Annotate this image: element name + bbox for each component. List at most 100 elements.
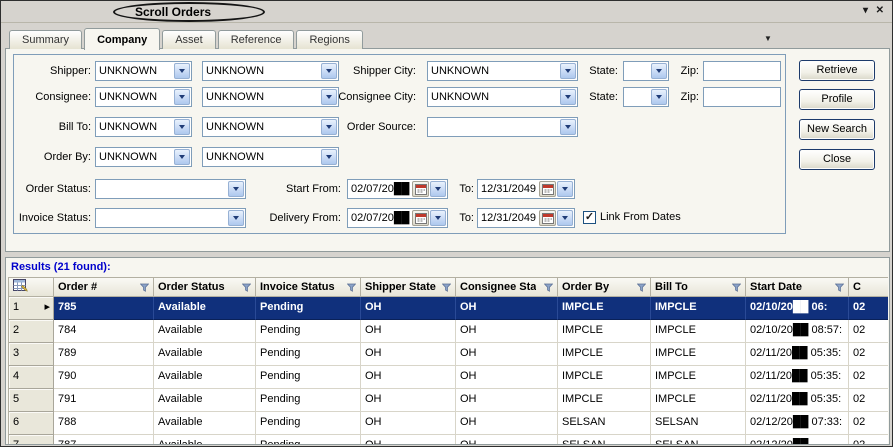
shipper-code-combo[interactable]: UNKNOWN bbox=[95, 61, 192, 81]
cell[interactable]: 02/11/20██ 05:35: bbox=[746, 343, 849, 366]
row-header[interactable]: 7 bbox=[9, 435, 54, 444]
cell[interactable]: 02 bbox=[849, 435, 888, 444]
cell[interactable]: OH bbox=[456, 297, 558, 320]
datasheet-header-cell[interactable] bbox=[9, 277, 54, 297]
cell[interactable]: SELSAN bbox=[651, 435, 746, 444]
cell[interactable]: 02/12/20██ bbox=[746, 435, 849, 444]
cell[interactable]: 785 bbox=[54, 297, 154, 320]
dropdown-arrow-icon[interactable] bbox=[557, 210, 573, 226]
cell[interactable]: 788 bbox=[54, 412, 154, 435]
window-menu-icon[interactable]: ▾ bbox=[863, 5, 868, 16]
cell[interactable]: Available bbox=[154, 435, 256, 444]
window-close-icon[interactable]: ✕ bbox=[876, 5, 884, 16]
order-source-combo[interactable] bbox=[427, 117, 578, 137]
cell[interactable]: 02 bbox=[849, 412, 888, 435]
delivery-from-date[interactable]: 02/07/20██ bbox=[347, 208, 448, 228]
row-header[interactable]: 4 bbox=[9, 366, 54, 389]
filter-icon[interactable] bbox=[544, 283, 553, 292]
row-header[interactable]: 1▸ bbox=[9, 297, 54, 320]
tab-asset[interactable]: Asset bbox=[162, 30, 216, 49]
cell[interactable]: 02 bbox=[849, 366, 888, 389]
shipper-zip-input[interactable] bbox=[703, 61, 781, 81]
cell[interactable]: 02 bbox=[849, 389, 888, 412]
cell[interactable]: IMPCLE bbox=[558, 320, 651, 343]
tab-summary[interactable]: Summary bbox=[9, 30, 82, 49]
column-header-shipper-state[interactable]: Shipper State bbox=[361, 277, 456, 297]
dropdown-arrow-icon[interactable] bbox=[174, 63, 190, 79]
calendar-icon[interactable] bbox=[539, 181, 556, 197]
cell[interactable]: OH bbox=[456, 389, 558, 412]
order-by-name-combo[interactable]: UNKNOWN bbox=[202, 147, 339, 167]
cell[interactable]: Pending bbox=[256, 366, 361, 389]
cell[interactable]: 791 bbox=[54, 389, 154, 412]
cell[interactable]: Pending bbox=[256, 435, 361, 444]
cell[interactable]: Pending bbox=[256, 412, 361, 435]
new-search-button[interactable]: New Search bbox=[799, 119, 875, 140]
column-header-order-number[interactable]: Order # bbox=[54, 277, 154, 297]
column-header-invoice-status[interactable]: Invoice Status bbox=[256, 277, 361, 297]
cell[interactable]: SELSAN bbox=[558, 412, 651, 435]
calendar-icon[interactable] bbox=[412, 210, 429, 226]
cell[interactable]: Available bbox=[154, 366, 256, 389]
consignee-code-combo[interactable]: UNKNOWN bbox=[95, 87, 192, 107]
filter-icon[interactable] bbox=[835, 283, 844, 292]
filter-icon[interactable] bbox=[442, 283, 451, 292]
dropdown-arrow-icon[interactable] bbox=[557, 181, 573, 197]
profile-button[interactable]: Profile bbox=[799, 89, 875, 110]
start-from-date[interactable]: 02/07/20██ bbox=[347, 179, 448, 199]
calendar-icon[interactable] bbox=[539, 210, 556, 226]
cell[interactable]: OH bbox=[361, 366, 456, 389]
row-header[interactable]: 5 bbox=[9, 389, 54, 412]
filter-icon[interactable] bbox=[347, 283, 356, 292]
column-header-order-status[interactable]: Order Status bbox=[154, 277, 256, 297]
table-row[interactable]: 5791AvailablePendingOHOHIMPCLEIMPCLE02/1… bbox=[9, 389, 888, 412]
cell[interactable]: OH bbox=[361, 343, 456, 366]
cell[interactable]: IMPCLE bbox=[558, 366, 651, 389]
table-row[interactable]: 7787AvailablePendingOHOHSELSANSELSAN02/1… bbox=[9, 435, 888, 444]
column-header-start-date[interactable]: Start Date bbox=[746, 277, 849, 297]
dropdown-arrow-icon[interactable] bbox=[430, 210, 446, 226]
cell[interactable]: Available bbox=[154, 343, 256, 366]
cell[interactable]: IMPCLE bbox=[651, 320, 746, 343]
order-by-code-combo[interactable]: UNKNOWN bbox=[95, 147, 192, 167]
table-row[interactable]: 2784AvailablePendingOHOHIMPCLEIMPCLE02/1… bbox=[9, 320, 888, 343]
cell[interactable]: Pending bbox=[256, 320, 361, 343]
cell[interactable]: IMPCLE bbox=[651, 366, 746, 389]
table-row[interactable]: 6788AvailablePendingOHOHSELSANSELSAN02/1… bbox=[9, 412, 888, 435]
cell[interactable]: Pending bbox=[256, 389, 361, 412]
table-row[interactable]: 1▸785AvailablePendingOHOHIMPCLEIMPCLE02/… bbox=[9, 297, 888, 320]
cell[interactable]: IMPCLE bbox=[651, 389, 746, 412]
delivery-to-date[interactable]: 12/31/2049 bbox=[477, 208, 575, 228]
dropdown-arrow-icon[interactable] bbox=[174, 149, 190, 165]
cell[interactable]: 784 bbox=[54, 320, 154, 343]
cell[interactable]: SELSAN bbox=[651, 412, 746, 435]
row-header[interactable]: 2 bbox=[9, 320, 54, 343]
cell[interactable]: OH bbox=[361, 389, 456, 412]
consignee-zip-input[interactable] bbox=[703, 87, 781, 107]
cell[interactable]: OH bbox=[456, 343, 558, 366]
cell[interactable]: Available bbox=[154, 320, 256, 343]
cell[interactable]: Pending bbox=[256, 297, 361, 320]
tab-regions[interactable]: Regions bbox=[296, 30, 362, 49]
cell[interactable]: 02/11/20██ 05:35: bbox=[746, 389, 849, 412]
cell[interactable]: 02/10/20██ 08:57: bbox=[746, 320, 849, 343]
filter-icon[interactable] bbox=[140, 283, 149, 292]
column-header-consignee-state[interactable]: Consignee Sta bbox=[456, 277, 558, 297]
consignee-city-combo[interactable]: UNKNOWN bbox=[427, 87, 578, 107]
cell[interactable]: OH bbox=[456, 366, 558, 389]
cell[interactable]: 787 bbox=[54, 435, 154, 444]
cell[interactable]: SELSAN bbox=[558, 435, 651, 444]
cell[interactable]: Available bbox=[154, 412, 256, 435]
column-header-truncated[interactable]: C bbox=[849, 277, 888, 297]
cell[interactable]: OH bbox=[361, 412, 456, 435]
cell[interactable]: Available bbox=[154, 297, 256, 320]
cell[interactable]: 02 bbox=[849, 320, 888, 343]
dropdown-arrow-icon[interactable] bbox=[174, 89, 190, 105]
table-row[interactable]: 3789AvailablePendingOHOHIMPCLEIMPCLE02/1… bbox=[9, 343, 888, 366]
order-status-combo[interactable] bbox=[95, 179, 246, 199]
dropdown-arrow-icon[interactable] bbox=[174, 119, 190, 135]
invoice-status-combo[interactable] bbox=[95, 208, 246, 228]
column-header-order-by[interactable]: Order By bbox=[558, 277, 651, 297]
cell[interactable]: 02/10/20██ 06: bbox=[746, 297, 849, 320]
dropdown-arrow-icon[interactable] bbox=[228, 210, 244, 226]
